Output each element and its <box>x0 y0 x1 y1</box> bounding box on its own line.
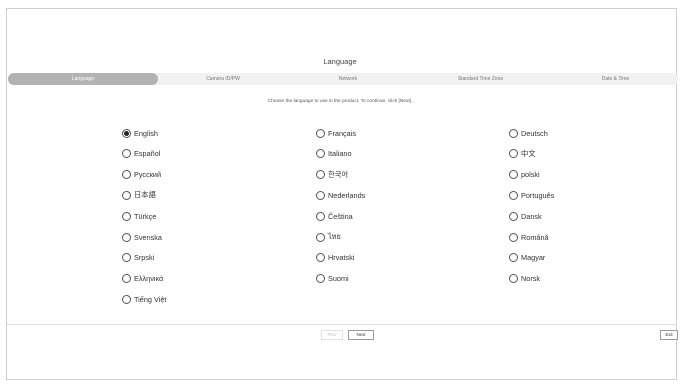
language-option[interactable]: 日本語 <box>122 189 156 201</box>
language-option[interactable]: Magyar <box>509 252 545 264</box>
language-option[interactable]: English <box>122 127 158 139</box>
radio-icon[interactable] <box>122 170 131 180</box>
radio-icon[interactable] <box>509 170 518 180</box>
language-option[interactable]: Svenska <box>122 231 162 243</box>
radio-icon[interactable] <box>122 128 131 138</box>
radio-icon[interactable] <box>122 211 131 221</box>
radio-icon[interactable] <box>509 128 518 138</box>
radio-icon[interactable] <box>509 211 518 221</box>
radio-icon[interactable] <box>509 253 518 263</box>
language-option[interactable]: 中文 <box>509 148 536 160</box>
language-option[interactable]: Italiano <box>316 148 352 160</box>
radio-icon[interactable] <box>316 190 325 200</box>
language-label: English <box>134 128 158 138</box>
radio-icon[interactable] <box>316 170 325 180</box>
language-option[interactable]: polski <box>509 169 540 181</box>
language-option[interactable]: Deutsch <box>509 127 548 139</box>
instruction-text: Choose the language to use in the produc… <box>267 99 413 104</box>
language-option[interactable]: Nederlands <box>316 189 365 201</box>
language-label: Norsk <box>521 274 541 284</box>
language-label: Français <box>328 128 356 138</box>
radio-icon[interactable] <box>122 274 131 284</box>
radio-icon[interactable] <box>316 211 325 221</box>
language-option[interactable]: ไทย <box>316 231 341 243</box>
page-title: Language <box>323 57 357 66</box>
radio-icon[interactable] <box>316 232 325 242</box>
language-label: Español <box>134 149 161 159</box>
language-option[interactable]: Ελληνικά <box>122 273 163 285</box>
radio-icon[interactable] <box>122 294 131 304</box>
exit-button[interactable]: Exit <box>660 330 678 340</box>
language-label: ไทย <box>328 231 341 241</box>
language-option[interactable]: Dansk <box>509 210 542 222</box>
radio-icon[interactable] <box>122 232 131 242</box>
language-label: Tiếng Việt <box>134 294 167 304</box>
radio-icon[interactable] <box>316 149 325 159</box>
language-label: Italiano <box>328 149 352 159</box>
language-option[interactable]: Português <box>509 189 554 201</box>
language-label: 中文 <box>521 148 536 158</box>
wizard-step-bar: Language Camera ID/PW Network Standard T… <box>8 73 678 85</box>
radio-icon[interactable] <box>509 274 518 284</box>
language-option[interactable]: Norsk <box>509 273 540 285</box>
language-label: Nederlands <box>328 190 366 200</box>
radio-icon[interactable] <box>316 253 325 263</box>
language-label: Deutsch <box>521 128 548 138</box>
footer-divider <box>7 324 677 325</box>
language-label: Русский <box>134 170 162 180</box>
language-label: Türkçe <box>134 211 157 221</box>
language-option[interactable]: Srpski <box>122 252 154 264</box>
language-option[interactable]: 한국어 <box>316 169 348 181</box>
language-label: Hrvatski <box>328 253 355 263</box>
radio-icon[interactable] <box>509 232 518 242</box>
language-label: 日本語 <box>134 190 156 200</box>
language-option[interactable]: Español <box>122 148 160 160</box>
language-label: Português <box>521 190 555 200</box>
radio-icon[interactable] <box>122 253 131 263</box>
radio-icon[interactable] <box>509 190 518 200</box>
step-language: Language <box>8 73 158 85</box>
radio-icon[interactable] <box>316 274 325 284</box>
language-label: Ελληνικά <box>134 274 164 284</box>
language-label: 한국어 <box>328 169 349 179</box>
language-label: Magyar <box>521 253 546 263</box>
language-label: Română <box>521 232 549 242</box>
radio-dot-icon <box>124 130 129 136</box>
next-button[interactable]: Next <box>348 330 374 340</box>
step-camera-id-pw: Camera ID/PW <box>206 76 240 82</box>
step-network: Network <box>338 76 358 82</box>
language-option[interactable]: Русский <box>122 169 161 181</box>
language-option[interactable]: Français <box>316 127 356 139</box>
radio-icon[interactable] <box>509 149 518 159</box>
language-option[interactable]: Türkçe <box>122 210 156 222</box>
language-option[interactable]: Tiếng Việt <box>122 293 166 305</box>
language-label: Dansk <box>521 211 542 221</box>
step-date-time: Date & Time <box>601 76 630 82</box>
radio-icon[interactable] <box>122 149 131 159</box>
language-option[interactable]: Hrvatski <box>316 252 354 264</box>
step-standard-time-zone: Standard Time Zone <box>457 76 504 82</box>
language-label: Svenska <box>134 232 162 242</box>
language-label: Srpski <box>134 253 155 263</box>
radio-icon[interactable] <box>316 128 325 138</box>
language-option[interactable]: Čeština <box>316 210 353 222</box>
language-option[interactable]: Română <box>509 231 549 243</box>
prev-button[interactable]: Prev <box>321 330 343 340</box>
language-label: polski <box>521 170 540 180</box>
radio-icon[interactable] <box>122 190 131 200</box>
language-label: Čeština <box>328 211 353 221</box>
language-label: Suomi <box>328 274 349 284</box>
language-option[interactable]: Suomi <box>316 273 349 285</box>
